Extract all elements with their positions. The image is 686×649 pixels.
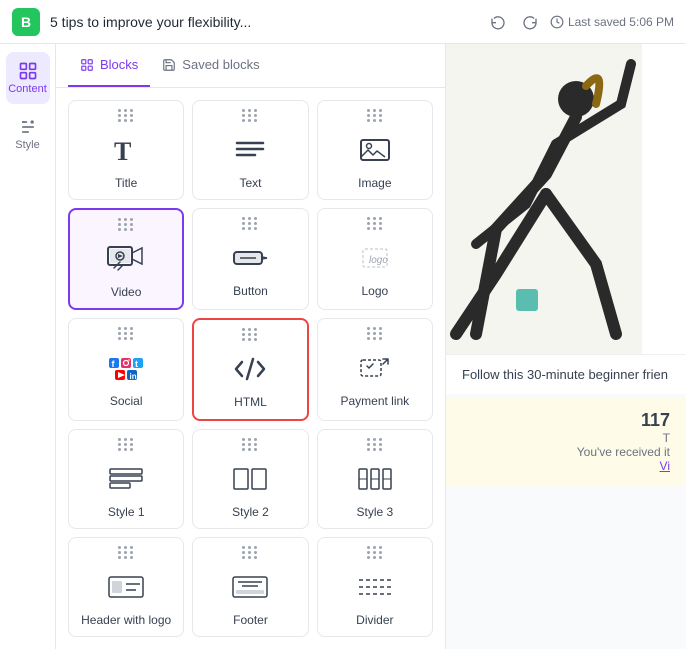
block-header-logo[interactable]: Header with logo bbox=[68, 537, 184, 637]
blocks-icon bbox=[80, 58, 94, 72]
preview-sub: T bbox=[663, 431, 670, 445]
video-block-icon bbox=[104, 237, 148, 281]
top-bar-actions: Last saved 5:06 PM bbox=[486, 10, 674, 34]
saved-blocks-icon bbox=[162, 58, 176, 72]
block-title[interactable]: T Title bbox=[68, 100, 184, 200]
last-saved: Last saved 5:06 PM bbox=[550, 15, 674, 29]
left-nav: Content Style bbox=[0, 44, 56, 649]
block-style3[interactable]: Style 3 bbox=[317, 429, 433, 529]
preview-received: You've received it bbox=[577, 445, 670, 459]
block-text[interactable]: Text bbox=[192, 100, 308, 200]
divider-block-icon bbox=[353, 565, 397, 609]
html-block-icon bbox=[228, 347, 272, 391]
block-payment[interactable]: Payment link bbox=[317, 318, 433, 420]
svg-text:T: T bbox=[114, 137, 131, 166]
content-icon bbox=[18, 61, 38, 81]
style-icon bbox=[18, 117, 38, 137]
blocks-grid: T Title Text bbox=[56, 88, 445, 649]
block-style2[interactable]: Style 2 bbox=[192, 429, 308, 529]
blocks-tabs: Blocks Saved blocks bbox=[56, 44, 445, 88]
social-block-icon: f t in bbox=[104, 346, 148, 390]
block-video[interactable]: Video bbox=[68, 208, 184, 310]
block-social[interactable]: f t in Social bbox=[68, 318, 184, 420]
footer-block-icon bbox=[228, 565, 272, 609]
payment-block-icon bbox=[353, 346, 397, 390]
nav-style[interactable]: Style bbox=[6, 108, 50, 160]
block-divider[interactable]: Divider bbox=[317, 537, 433, 637]
preview-follow-text: Follow this 30-minute beginner frien bbox=[462, 367, 668, 382]
clock-icon bbox=[550, 15, 564, 29]
yoga-image bbox=[446, 44, 642, 354]
block-html[interactable]: HTML bbox=[192, 318, 308, 420]
preview-link[interactable]: Vi bbox=[660, 459, 670, 473]
main-layout: Content Style Blocks bbox=[0, 44, 686, 649]
preview-content: Follow this 30-minute beginner frien 117… bbox=[446, 44, 686, 649]
block-image[interactable]: Image bbox=[317, 100, 433, 200]
redo-button[interactable] bbox=[518, 10, 542, 34]
top-bar: B 5 tips to improve your flexibility... … bbox=[0, 0, 686, 44]
header-logo-block-icon bbox=[104, 565, 148, 609]
svg-text:t: t bbox=[135, 359, 138, 369]
document-title: 5 tips to improve your flexibility... bbox=[50, 14, 486, 30]
block-style1[interactable]: Style 1 bbox=[68, 429, 184, 529]
svg-text:logo: logo bbox=[369, 255, 388, 266]
svg-text:in: in bbox=[130, 372, 137, 381]
style3-block-icon bbox=[353, 457, 397, 501]
preview-number: 117 bbox=[641, 410, 670, 431]
preview-panel: Follow this 30-minute beginner frien 117… bbox=[446, 44, 686, 649]
block-footer[interactable]: Footer bbox=[192, 537, 308, 637]
style1-block-icon bbox=[104, 457, 148, 501]
logo-block-icon: logo bbox=[353, 236, 397, 280]
blocks-panel: Blocks Saved blocks T Title bbox=[56, 44, 446, 649]
nav-content[interactable]: Content bbox=[6, 52, 50, 104]
block-button[interactable]: Button bbox=[192, 208, 308, 310]
app-logo: B bbox=[12, 8, 40, 36]
text-block-icon bbox=[228, 128, 272, 172]
undo-button[interactable] bbox=[486, 10, 510, 34]
tab-blocks[interactable]: Blocks bbox=[68, 44, 150, 87]
style2-block-icon bbox=[228, 457, 272, 501]
block-logo[interactable]: logo Logo bbox=[317, 208, 433, 310]
title-block-icon: T bbox=[104, 128, 148, 172]
image-block-icon bbox=[353, 128, 397, 172]
button-block-icon bbox=[228, 236, 272, 280]
tab-saved-blocks[interactable]: Saved blocks bbox=[150, 44, 271, 87]
